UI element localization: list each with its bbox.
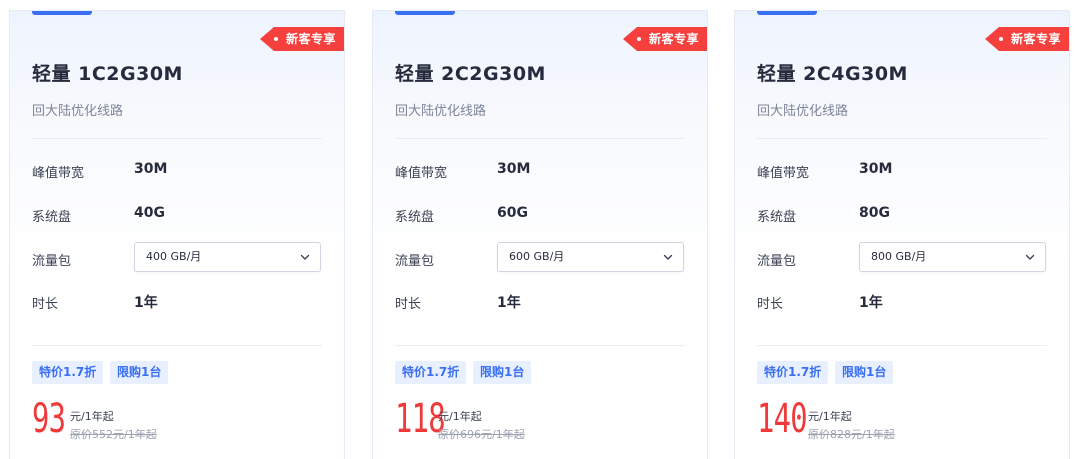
traffic-label: 流量包 [757,254,797,269]
divider [395,138,685,139]
traffic-selected-value: 600 GB/月 [509,250,565,263]
duration-label: 时长 [757,297,784,312]
badge-dot-icon [274,37,278,41]
divider [32,345,322,346]
divider [757,138,1047,139]
price-value: 93 [32,396,66,442]
product-card: 新客专享 轻量 1C2G30M 回大陆优化线路 峰值带宽 30M 系统盘 40G… [9,10,345,459]
card-accent-bar [395,11,455,15]
disk-label: 系统盘 [757,210,797,225]
bandwidth-value: 30M [134,161,168,177]
plan-title: 轻量 1C2G30M [32,63,183,85]
product-card-list: 新客专享 轻量 1C2G30M 回大陆优化线路 峰值带宽 30M 系统盘 40G… [0,0,1080,459]
discount-tag: 特价1.7折 [395,361,467,384]
duration-value: 1年 [497,295,521,311]
disk-label: 系统盘 [395,210,435,225]
traffic-selected-value: 800 GB/月 [871,250,927,263]
disk-value: 40G [134,205,165,221]
price-unit: 元/1年起 [70,410,114,423]
product-card: 新客专享 轻量 2C2G30M 回大陆优化线路 峰值带宽 30M 系统盘 60G… [372,10,708,459]
card-accent-bar [757,11,817,15]
traffic-package-select[interactable]: 400 GB/月 [134,242,321,272]
price-unit: 元/1年起 [808,410,852,423]
original-price: 原价696元/1年起 [438,428,525,441]
traffic-label: 流量包 [395,254,435,269]
duration-value: 1年 [134,295,158,311]
badge-label: 新客专享 [286,32,337,46]
new-customer-badge: 新客专享 [260,27,344,51]
original-price: 原价552元/1年起 [70,428,157,441]
price-value: 140 [757,396,808,442]
duration-label: 时长 [395,297,422,312]
badge-label: 新客专享 [649,32,700,46]
bandwidth-label: 峰值带宽 [32,166,85,181]
original-price: 原价828元/1年起 [808,428,895,441]
limit-tag: 限购1台 [835,361,894,384]
bandwidth-label: 峰值带宽 [395,166,448,181]
new-customer-badge: 新客专享 [623,27,707,51]
limit-tag: 限购1台 [110,361,169,384]
badge-dot-icon [637,37,641,41]
duration-label: 时长 [32,297,59,312]
traffic-selected-value: 400 GB/月 [146,250,202,263]
limit-tag: 限购1台 [473,361,532,384]
plan-subtitle: 回大陆优化线路 [395,104,487,119]
chevron-down-icon [1025,254,1035,260]
bandwidth-label: 峰值带宽 [757,166,810,181]
disk-value: 80G [859,205,890,221]
bandwidth-value: 30M [497,161,531,177]
product-card: 新客专享 轻量 2C4G30M 回大陆优化线路 峰值带宽 30M 系统盘 80G… [734,10,1070,459]
card-accent-bar [32,11,92,15]
divider [32,138,322,139]
chevron-down-icon [300,254,310,260]
traffic-package-select[interactable]: 600 GB/月 [497,242,684,272]
disk-label: 系统盘 [32,210,72,225]
traffic-package-select[interactable]: 800 GB/月 [859,242,1046,272]
divider [395,345,685,346]
badge-label: 新客专享 [1011,32,1062,46]
new-customer-badge: 新客专享 [985,27,1069,51]
price-unit: 元/1年起 [438,410,482,423]
plan-title: 轻量 2C2G30M [395,63,546,85]
badge-dot-icon [999,37,1003,41]
plan-subtitle: 回大陆优化线路 [32,104,124,119]
discount-tag: 特价1.7折 [32,361,104,384]
divider [757,345,1047,346]
discount-tag: 特价1.7折 [757,361,829,384]
plan-subtitle: 回大陆优化线路 [757,104,849,119]
duration-value: 1年 [859,295,883,311]
chevron-down-icon [663,254,673,260]
disk-value: 60G [497,205,528,221]
traffic-label: 流量包 [32,254,72,269]
bandwidth-value: 30M [859,161,893,177]
plan-title: 轻量 2C4G30M [757,63,908,85]
